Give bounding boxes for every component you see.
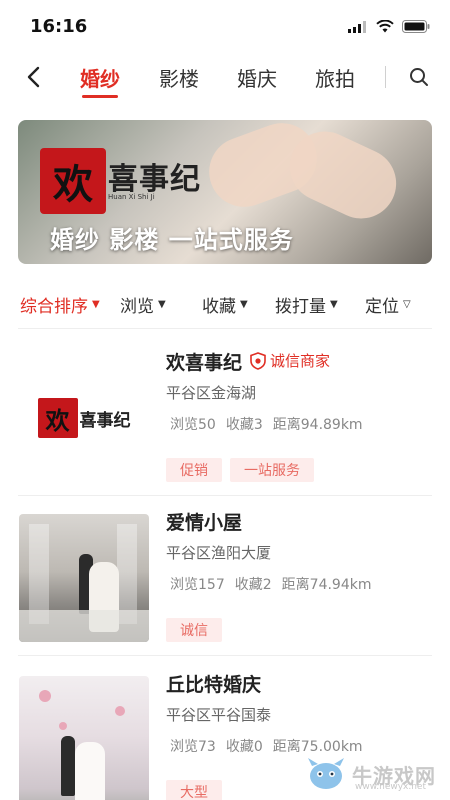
shop-favorites: 收藏0 — [225, 739, 263, 755]
wifi-icon — [376, 20, 394, 33]
shop-tags: 促销 一站服务 — [166, 458, 314, 482]
tab-wedding-planning[interactable]: 婚庆 — [237, 63, 277, 92]
back-arrow-icon — [27, 66, 40, 88]
shop-thumbnail: 欢 喜事纪 — [19, 354, 149, 482]
shop-stats: 浏览157 收藏2 距离74.94km — [170, 574, 371, 594]
shop-card[interactable]: 欢 喜事纪 欢喜事纪 诚信商家 平谷区金海湖 浏览50 收藏3 距离94.89k… — [0, 334, 450, 496]
tab-wedding-dress[interactable]: 婚纱 — [80, 63, 120, 92]
banner-slogan: 婚纱 影楼 一站式服务 — [50, 226, 294, 254]
shop-name: 欢喜事纪 — [166, 352, 243, 374]
search-button[interactable] — [405, 63, 433, 91]
shop-tag: 一站服务 — [230, 458, 314, 482]
divider — [18, 328, 432, 329]
status-time: 16:16 — [30, 16, 88, 37]
banner-logo-subtext: Huan Xi Shi Ji — [108, 193, 155, 201]
photo-petal — [115, 706, 125, 716]
watermark-url: www.newyx.net — [355, 782, 427, 792]
shop-distance: 距离94.89km — [272, 417, 363, 433]
shop-tag: 促销 — [166, 458, 222, 482]
shop-name: 丘比特婚庆 — [166, 674, 262, 696]
shop-stats: 浏览73 收藏0 距离75.00km — [170, 736, 363, 756]
photo-petal — [59, 722, 67, 730]
active-tab-indicator — [82, 95, 118, 98]
shop-favorites: 收藏3 — [225, 417, 263, 433]
top-nav: 婚纱 影楼 婚庆 旅拍 — [0, 52, 450, 102]
shop-thumbnail — [19, 514, 149, 642]
banner-logo-mark: 欢 — [40, 148, 106, 214]
shop-views: 浏览50 — [170, 417, 216, 433]
shop-address: 平谷区平谷国泰 — [166, 706, 272, 724]
shop-distance: 距离75.00km — [272, 739, 363, 755]
shop-views: 浏览73 — [170, 739, 216, 755]
tab-travel-photo[interactable]: 旅拍 — [315, 63, 355, 92]
filter-label: 收藏 — [202, 297, 236, 317]
status-bar: 16:16 — [0, 0, 450, 52]
photo-groom — [61, 736, 75, 796]
promo-banner[interactable]: 欢 喜事纪 Huan Xi Shi Ji 婚纱 影楼 一站式服务 — [18, 120, 432, 264]
shop-thumbnail — [19, 676, 149, 800]
filter-location[interactable]: 定位 ▽ — [365, 292, 411, 317]
caret-down-icon: ▼ — [240, 299, 248, 310]
trust-badge: 诚信商家 — [250, 350, 330, 371]
shield-icon — [250, 351, 266, 370]
caret-down-icon: ▼ — [330, 299, 338, 310]
mascot-icon — [308, 758, 344, 789]
shop-card[interactable]: 爱情小屋 平谷区渔阳大厦 浏览157 收藏2 距离74.94km 诚信 — [0, 494, 450, 656]
back-button[interactable] — [18, 62, 48, 92]
signal-icon — [348, 20, 366, 33]
filter-label: 定位 — [365, 297, 399, 317]
thumbnail-logo-text: 喜事纪 — [79, 410, 131, 431]
battery-icon — [402, 20, 430, 33]
nav-divider — [385, 66, 386, 88]
photo-pillar — [29, 524, 49, 624]
filter-sort[interactable]: 综合排序 ▼ — [20, 292, 100, 317]
photo-bride — [75, 742, 105, 800]
shop-tag: 大型 — [166, 780, 222, 800]
shop-tags: 诚信 — [166, 618, 222, 642]
shop-tag: 诚信 — [166, 618, 222, 642]
shop-name: 爱情小屋 — [166, 512, 243, 534]
caret-down-icon: ▼ — [158, 299, 166, 310]
search-icon — [410, 68, 428, 86]
tab-photo-studio[interactable]: 影楼 — [159, 63, 199, 92]
filter-views[interactable]: 浏览 ▼ — [120, 292, 166, 317]
photo-flowers — [19, 610, 149, 642]
filter-label: 浏览 — [120, 297, 154, 317]
status-icons — [348, 20, 430, 33]
shop-distance: 距离74.94km — [281, 577, 372, 593]
filter-favorites[interactable]: 收藏 ▼ — [202, 292, 248, 317]
filter-label: 拨打量 — [275, 297, 326, 317]
thumbnail-logo-mark: 欢 — [37, 398, 78, 438]
shop-stats: 浏览50 收藏3 距离94.89km — [170, 414, 363, 434]
photo-pillar — [117, 524, 137, 624]
shop-views: 浏览157 — [170, 577, 225, 593]
shop-address: 平谷区金海湖 — [166, 384, 257, 402]
filter-bar: 综合排序 ▼ 浏览 ▼ 收藏 ▼ 拨打量 ▼ 定位 ▽ — [0, 282, 450, 326]
photo-petal — [39, 690, 51, 702]
shop-address: 平谷区渔阳大厦 — [166, 544, 272, 562]
filter-label: 综合排序 — [20, 297, 88, 317]
filter-calls[interactable]: 拨打量 ▼ — [275, 292, 338, 317]
shop-favorites: 收藏2 — [234, 577, 272, 593]
shop-tags: 大型 — [166, 780, 222, 800]
trust-badge-label: 诚信商家 — [270, 352, 331, 370]
caret-down-icon: ▼ — [92, 299, 100, 310]
banner-logo-text: 喜事纪 — [108, 162, 201, 197]
funnel-icon: ▽ — [403, 299, 411, 310]
